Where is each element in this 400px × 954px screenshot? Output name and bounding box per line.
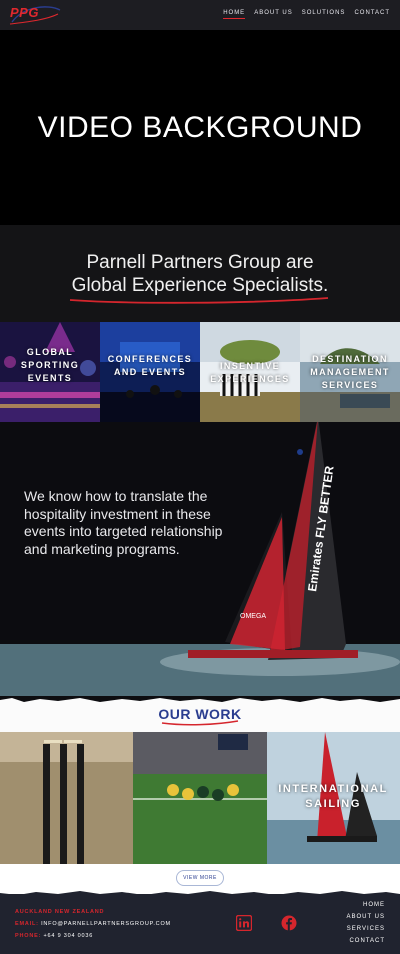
torn-paper-edge: [0, 891, 400, 897]
site-footer: AUCKLAND NEW ZEALAND EMAIL: INFO@PARNELL…: [0, 891, 400, 954]
email-label: EMAIL:: [15, 921, 39, 927]
page: PPG HOME ABOUT US SOLUTIONS CONTACT VIDE…: [0, 0, 400, 954]
racing-yacht-image: Emirates FLY BETTER OMEGA: [0, 422, 400, 700]
footer-link-contact[interactable]: CONTACT: [349, 938, 385, 944]
footer-email: EMAIL: INFO@PARNELLPARTNERSGROUP.COM: [15, 921, 171, 927]
site-header: PPG HOME ABOUT US SOLUTIONS CONTACT: [0, 0, 400, 30]
work-item-international-sailing[interactable]: INTERNATIONAL SAILING: [266, 732, 400, 864]
tile-label: DESTINATION MANAGEMENT SERVICES: [310, 354, 390, 390]
our-work-header: OUR WORK: [0, 696, 400, 732]
feature-section: Emirates FLY BETTER OMEGA We know how to…: [0, 422, 400, 700]
tagline-highlight: Global Experience Specialists: [71, 275, 324, 296]
hero-title: VIDEO BACKGROUND: [37, 110, 363, 144]
tile-destination-management-services[interactable]: DESTINATION MANAGEMENT SERVICES: [300, 322, 400, 422]
email-value[interactable]: INFO@PARNELLPARTNERSGROUP.COM: [41, 921, 171, 927]
nav-about-us[interactable]: ABOUT US: [254, 10, 293, 19]
video-background[interactable]: VIDEO BACKGROUND: [0, 30, 400, 225]
nav-contact[interactable]: CONTACT: [354, 10, 390, 19]
tagline-line1: Parnell Partners Group are: [86, 252, 314, 273]
tagline-period: .: [323, 275, 329, 296]
feature-text: We know how to translate the hospitality…: [24, 488, 223, 557]
tile-label: GLOBAL SPORTING EVENTS: [20, 347, 80, 383]
tile-label: CONFERENCES AND EVENTS: [107, 354, 193, 377]
tile-insentive-experiences[interactable]: INSENTIVE EXPERIENCES: [200, 322, 300, 422]
tile-conferences-and-events[interactable]: CONFERENCES AND EVENTS: [100, 322, 200, 422]
main-nav: HOME ABOUT US SOLUTIONS CONTACT: [223, 10, 390, 19]
cricket-stumps-image: [0, 732, 134, 864]
nav-solutions[interactable]: SOLUTIONS: [302, 10, 346, 19]
footer-link-about-us[interactable]: ABOUT US: [346, 914, 385, 920]
svg-text:OMEGA: OMEGA: [240, 613, 266, 620]
rugby-match-image: [133, 732, 267, 864]
facebook-icon[interactable]: [281, 915, 297, 931]
tile-global-sporting-events[interactable]: GLOBAL SPORTING EVENTS: [0, 322, 100, 422]
work-item-label: INTERNATIONAL SAILING: [278, 783, 388, 810]
red-underline-swoosh: [69, 297, 329, 304]
footer-link-services[interactable]: SERVICES: [347, 926, 385, 932]
logo-text: PPG: [10, 5, 39, 20]
footer-location: AUCKLAND NEW ZEALAND: [15, 909, 105, 915]
tile-label: INSENTIVE EXPERIENCES: [210, 361, 290, 384]
red-underline-swoosh: [161, 720, 239, 726]
our-work-gallery: INTERNATIONAL SAILING: [0, 732, 400, 864]
phone-value[interactable]: +64 9 304 0036: [44, 933, 94, 939]
tagline-line2: Global Experience Specialists.: [0, 275, 400, 297]
service-tiles: GLOBAL SPORTING EVENTS CONFERENCES AND E…: [0, 322, 400, 422]
nav-home[interactable]: HOME: [223, 10, 246, 19]
work-item-rugby[interactable]: [133, 732, 267, 864]
footer-phone: PHONE: +64 9 304 0036: [15, 933, 93, 939]
view-more-button[interactable]: VIEW MORE: [176, 870, 224, 886]
footer-link-home[interactable]: HOME: [363, 902, 385, 908]
phone-label: PHONE:: [15, 933, 42, 939]
tagline-section: Parnell Partners Group are Global Experi…: [0, 225, 400, 322]
linkedin-icon[interactable]: [236, 915, 252, 931]
work-item-cricket[interactable]: [0, 732, 134, 864]
